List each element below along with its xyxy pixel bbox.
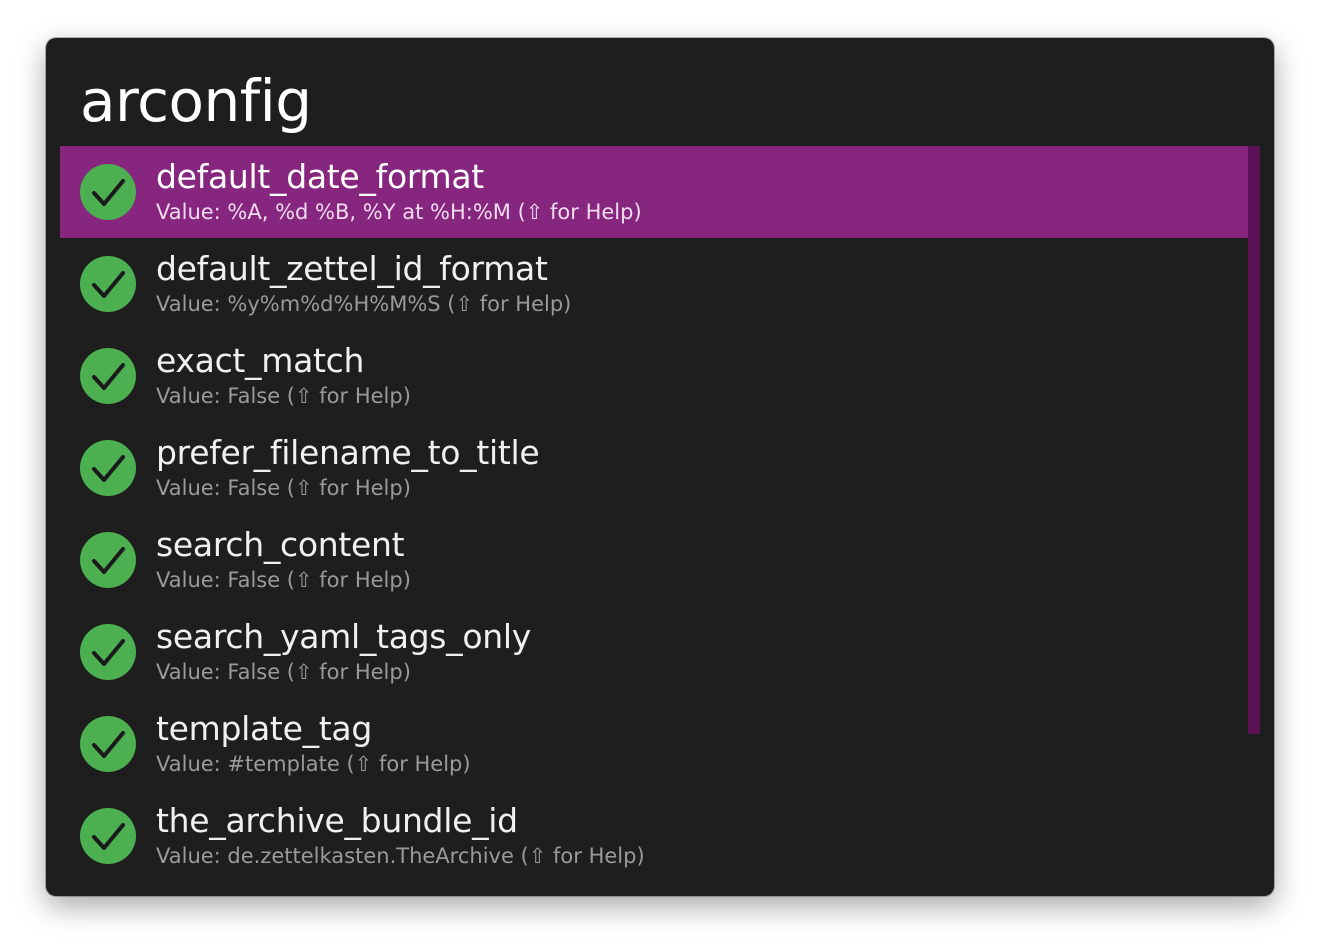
result-subtitle: Value: False (⇧ for Help) — [156, 568, 411, 592]
checkmark-circle-icon — [80, 348, 136, 404]
result-item[interactable]: prefer_filename_to_title Value: False (⇧… — [60, 422, 1248, 514]
result-item[interactable]: default_date_format Value: %A, %d %B, %Y… — [60, 146, 1248, 238]
result-subtitle: Value: False (⇧ for Help) — [156, 476, 411, 500]
result-subtitle: Value: #template (⇧ for Help) — [156, 752, 471, 776]
result-title: search_content — [156, 525, 405, 564]
result-title: exact_match — [156, 341, 365, 380]
result-subtitle: Value: de.zettelkasten.TheArchive (⇧ for… — [156, 844, 645, 868]
results-list: default_date_format Value: %A, %d %B, %Y… — [60, 146, 1248, 882]
checkmark-circle-icon — [80, 532, 136, 588]
result-item[interactable]: search_content Value: False (⇧ for Help) — [60, 514, 1248, 606]
result-title: the_archive_bundle_id — [156, 801, 518, 840]
scrollbar[interactable] — [1248, 146, 1260, 734]
checkmark-circle-icon — [80, 440, 136, 496]
result-subtitle: Value: %A, %d %B, %Y at %H:%M (⇧ for Hel… — [156, 200, 642, 224]
result-subtitle: Value: False (⇧ for Help) — [156, 384, 411, 408]
checkmark-circle-icon — [80, 256, 136, 312]
result-item[interactable]: the_archive_bundle_id Value: de.zettelka… — [60, 790, 1248, 882]
launcher-window: arconfig default_date_format Value: %A, … — [46, 38, 1274, 896]
checkmark-circle-icon — [80, 164, 136, 220]
checkmark-circle-icon — [80, 716, 136, 772]
result-subtitle: Value: %y%m%d%H%M%S (⇧ for Help) — [156, 292, 572, 316]
checkmark-circle-icon — [80, 808, 136, 864]
result-title: prefer_filename_to_title — [156, 433, 540, 472]
result-item[interactable]: default_zettel_id_format Value: %y%m%d%H… — [60, 238, 1248, 330]
result-title: template_tag — [156, 709, 372, 748]
result-item[interactable]: exact_match Value: False (⇧ for Help) — [60, 330, 1248, 422]
search-input[interactable]: arconfig — [80, 56, 312, 146]
result-subtitle: Value: False (⇧ for Help) — [156, 660, 411, 684]
result-title: default_zettel_id_format — [156, 249, 548, 288]
checkmark-circle-icon — [80, 624, 136, 680]
result-item[interactable]: search_yaml_tags_only Value: False (⇧ fo… — [60, 606, 1248, 698]
result-title: search_yaml_tags_only — [156, 617, 531, 656]
result-item[interactable]: template_tag Value: #template (⇧ for Hel… — [60, 698, 1248, 790]
result-title: default_date_format — [156, 157, 484, 196]
